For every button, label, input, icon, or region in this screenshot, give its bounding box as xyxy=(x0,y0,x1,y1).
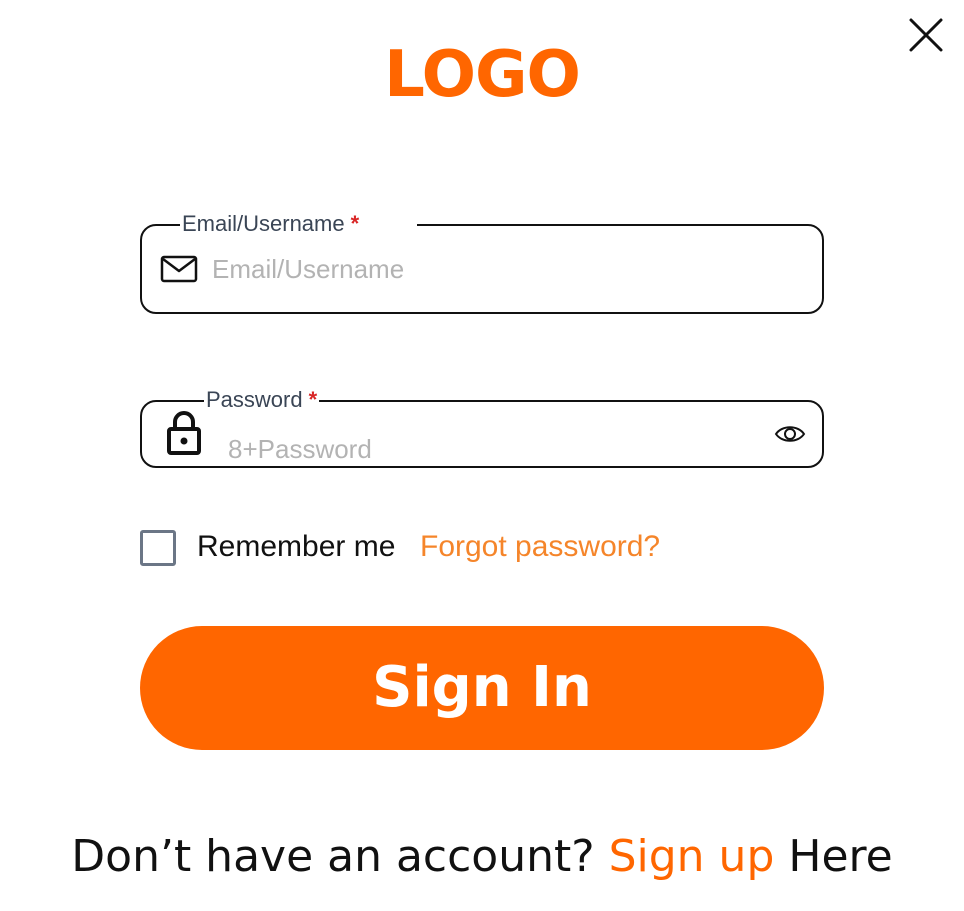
signup-prompt: Don’t have an account? Sign up Here xyxy=(0,826,964,888)
email-label: Email/Username * xyxy=(180,211,418,236)
mail-icon xyxy=(160,255,198,283)
logo: LOGO xyxy=(384,38,581,112)
remember-me-checkbox[interactable] xyxy=(140,530,176,566)
required-marker: * xyxy=(350,211,360,236)
signup-prompt-suffix: Here xyxy=(774,831,893,882)
lock-icon xyxy=(167,411,201,455)
sign-up-link[interactable]: Sign up xyxy=(609,831,775,882)
eye-icon[interactable] xyxy=(774,420,806,448)
remember-me-label: Remember me xyxy=(197,530,396,563)
email-field: Email/Username * xyxy=(140,212,824,314)
password-label: Password * xyxy=(204,387,320,412)
email-input[interactable] xyxy=(212,252,772,286)
password-field: Password * xyxy=(140,388,824,468)
signup-prompt-text: Don’t have an account? xyxy=(71,831,609,882)
required-marker: * xyxy=(308,387,318,412)
sign-in-button[interactable]: Sign In xyxy=(140,626,824,750)
forgot-password-link[interactable]: Forgot password? xyxy=(420,528,660,566)
password-input[interactable] xyxy=(228,432,748,466)
